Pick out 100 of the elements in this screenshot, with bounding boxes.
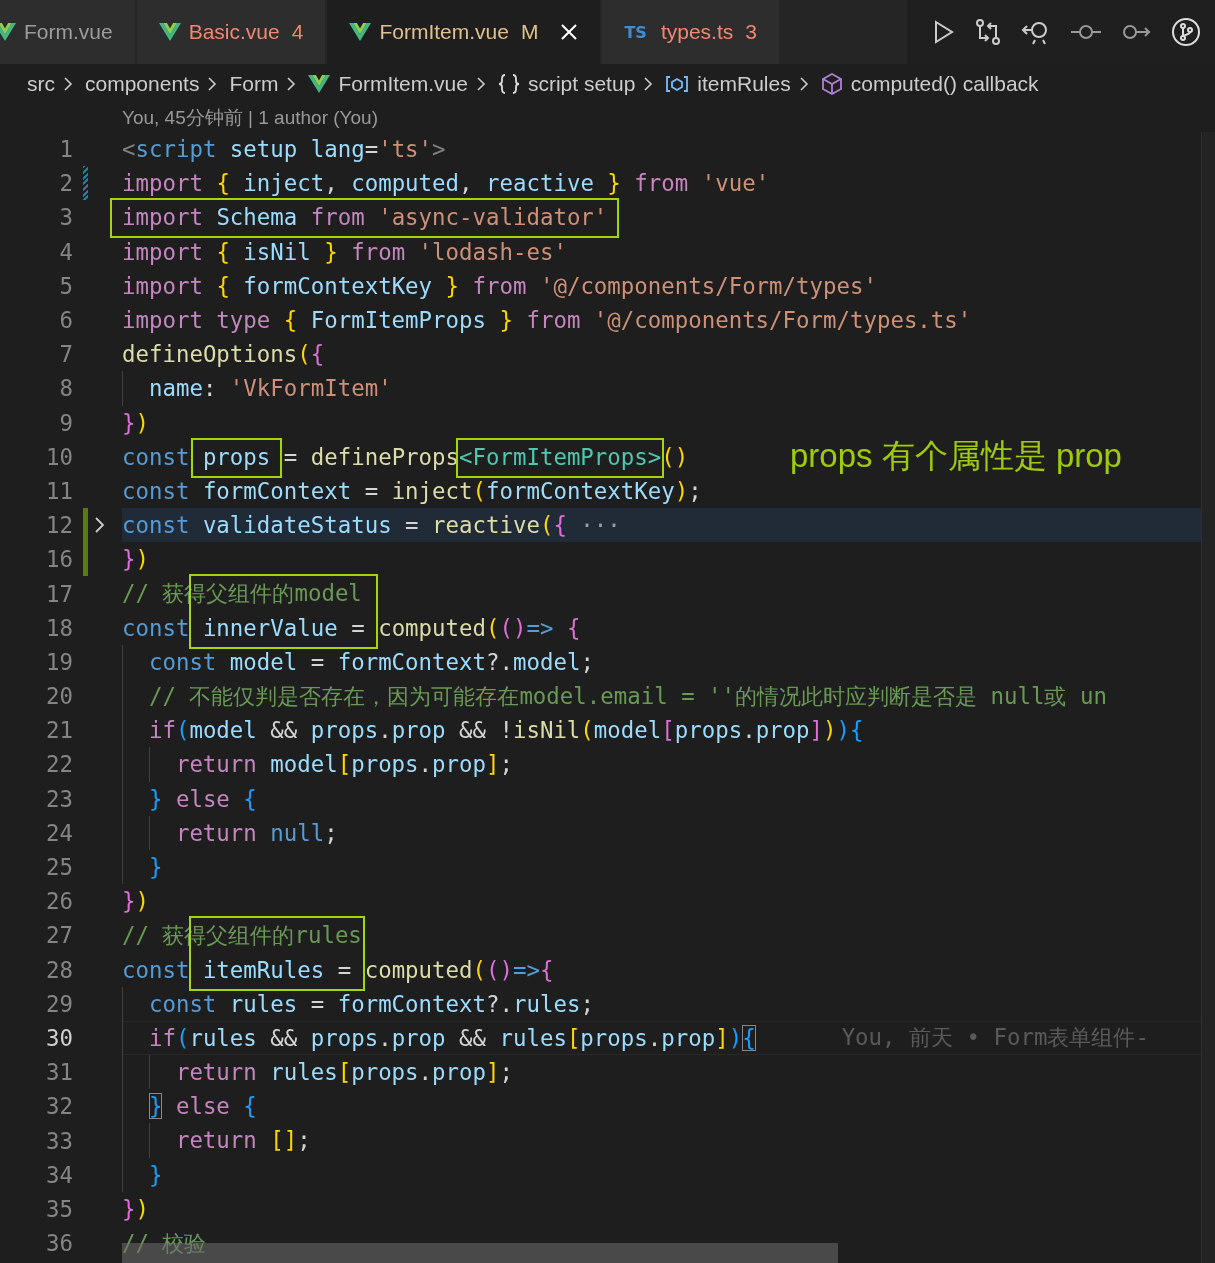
fold-chevron-icon[interactable] xyxy=(94,516,106,535)
vertical-scrollbar[interactable] xyxy=(1201,132,1215,1263)
git-graph-icon[interactable] xyxy=(1171,17,1201,47)
close-icon[interactable] xyxy=(560,23,579,41)
line-number: 17 xyxy=(45,580,73,607)
blame-annotation: You, 前天 • Form表单组件- xyxy=(841,1023,1149,1053)
code-line: defineOptions({ xyxy=(122,340,325,370)
code-line: import { inject, computed, reactive } from 'vue' xyxy=(122,169,770,199)
indent-guide xyxy=(148,815,150,850)
line-number: 4 xyxy=(58,238,73,265)
line-number: 12 xyxy=(45,512,73,539)
line-number: 9 xyxy=(58,409,73,436)
line-number: 16 xyxy=(45,546,73,573)
line-number: 21 xyxy=(45,717,73,744)
code-line: if(model && props.prop && !isNil(model[props.prop])){ xyxy=(148,716,864,746)
git-change-marker[interactable] xyxy=(83,542,88,577)
breadcrumb-item[interactable]: computed() callback xyxy=(850,72,1039,96)
line-number: 11 xyxy=(45,477,73,504)
code-line: // 不能仅判是否存在，因为可能存在model.email = ''的情况此时应判断是否是 null或 un xyxy=(148,682,1107,711)
code-line: }) xyxy=(122,887,149,917)
cube-icon xyxy=(820,72,843,96)
line-number: 2 xyxy=(58,170,73,197)
indent-guide xyxy=(148,1123,150,1158)
editor-tab[interactable]: Basic.vue 4 xyxy=(136,0,328,64)
code-line: <script setup lang='ts'> xyxy=(122,135,446,164)
code-line: }) xyxy=(122,1194,149,1224)
code-line: name: 'VkFormItem' xyxy=(148,374,392,404)
line-number: 8 xyxy=(58,375,73,402)
chevron-right-icon xyxy=(643,76,654,92)
chevron-right-icon xyxy=(798,76,809,92)
code-line: } else { xyxy=(148,1092,257,1122)
code-line: const model = formContext?.model; xyxy=(148,647,594,677)
line-number: 36 xyxy=(45,1230,73,1257)
chevron-right-icon xyxy=(63,76,73,92)
source-control-icon[interactable] xyxy=(975,18,1001,46)
editor-tab[interactable]: FormItem.vue M xyxy=(327,0,603,64)
breadcrumb-item[interactable]: Form xyxy=(229,72,279,96)
code-line: return null; xyxy=(175,818,338,848)
breadcrumb-item[interactable]: script setup xyxy=(527,72,636,96)
git-change-marker[interactable] xyxy=(83,166,88,201)
breadcrumb-item[interactable]: itemRules xyxy=(697,72,791,96)
code-line: const itemRules = computed(()=>{ xyxy=(122,955,554,985)
code-line: const props = defineProps<FormItemProps>() xyxy=(122,442,689,472)
line-number: 31 xyxy=(45,1059,73,1086)
code-line: if(rules && props.prop && rules[props.prop]){ xyxy=(148,1023,756,1053)
codelens-text[interactable]: You, 45分钟前 | 1 author (You) xyxy=(122,107,378,128)
code-line: } else { xyxy=(148,784,257,814)
code-line: return rules[props.prop]; xyxy=(175,1058,513,1088)
line-number: 20 xyxy=(45,683,73,710)
code-line: import type { FormItemProps } from '@/components/Form/types.ts' xyxy=(122,305,972,335)
line-number: 18 xyxy=(45,614,73,641)
chevron-right-icon xyxy=(207,76,218,92)
vue-file-icon xyxy=(349,23,372,41)
code-line: } xyxy=(148,852,163,882)
breadcrumb-item[interactable]: components xyxy=(85,72,200,96)
line-number: 34 xyxy=(45,1161,73,1188)
line-number: 30 xyxy=(45,1024,73,1051)
line-number: 6 xyxy=(58,307,73,334)
code-line: const validateStatus = reactive({ ··· xyxy=(122,511,621,541)
line-number: 7 xyxy=(58,341,73,368)
variable-icon xyxy=(665,75,690,93)
line-number: 23 xyxy=(45,785,73,812)
run-icon[interactable] xyxy=(933,20,955,44)
code-line: import Schema from 'async-validator' xyxy=(122,203,608,233)
line-number: 25 xyxy=(45,854,73,881)
line-number: 1 xyxy=(58,136,73,163)
line-number: 33 xyxy=(45,1127,73,1154)
code-line: // 校验 xyxy=(122,1229,207,1258)
code-line: } xyxy=(148,1160,163,1190)
chevron-right-icon xyxy=(475,76,486,92)
code-line: import { isNil } from 'lodash-es' xyxy=(122,237,567,267)
vue-file-icon xyxy=(308,75,331,93)
line-number: 35 xyxy=(45,1195,73,1222)
commit-icon[interactable] xyxy=(1071,22,1101,42)
line-number: 22 xyxy=(45,751,73,778)
code-line: const innerValue = computed(()=> { xyxy=(122,613,581,643)
line-number: 19 xyxy=(45,648,73,675)
line-number: 27 xyxy=(45,922,73,949)
line-number: 5 xyxy=(58,272,73,299)
git-change-marker[interactable] xyxy=(83,508,88,543)
line-number: 26 xyxy=(45,888,73,915)
code-line: }) xyxy=(122,545,149,575)
line-number: 28 xyxy=(45,956,73,983)
indent-guide xyxy=(122,371,123,406)
line-number: 29 xyxy=(45,990,73,1017)
editor-tab[interactable]: Form.vue xyxy=(0,0,137,64)
code-line: const formContext = inject(formContextKey); xyxy=(122,476,702,506)
typescript-file-icon: TS xyxy=(624,22,647,42)
line-number: 10 xyxy=(45,443,73,470)
indent-guide xyxy=(148,1055,150,1090)
line-number: 3 xyxy=(58,204,73,231)
code-line: return model[props.prop]; xyxy=(175,750,513,780)
arrow-circle-icon[interactable] xyxy=(1121,22,1151,42)
line-number: 24 xyxy=(45,819,73,846)
editor-tab[interactable]: TS types.ts 3 xyxy=(602,0,781,64)
code-line: }) xyxy=(122,408,149,438)
braces-icon xyxy=(497,74,520,94)
breadcrumb-item[interactable]: FormItem.vue xyxy=(338,72,468,96)
code-line: return []; xyxy=(175,1126,311,1156)
breadcrumb-item[interactable]: src xyxy=(27,72,55,96)
